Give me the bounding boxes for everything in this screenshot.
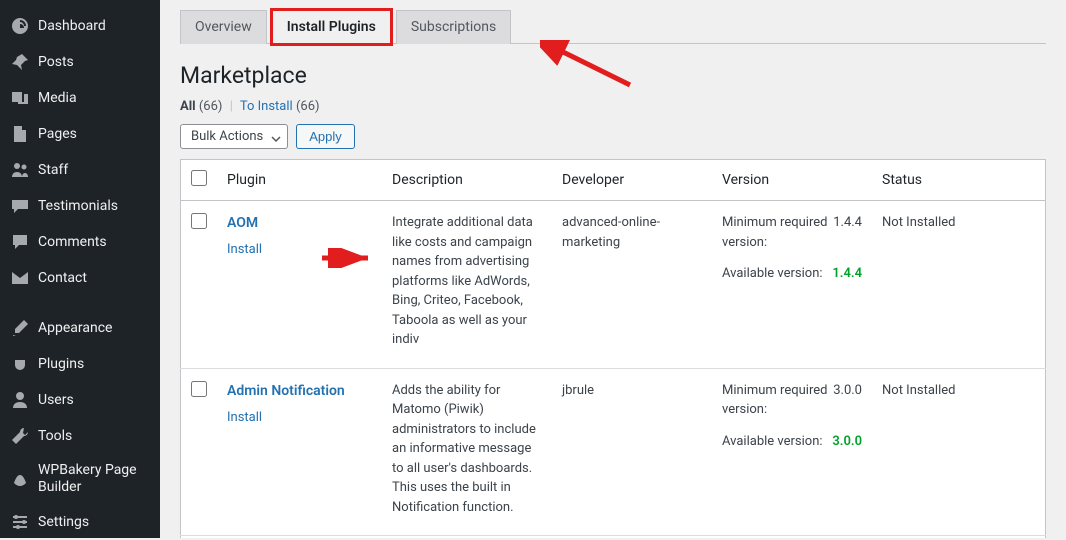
sidebar-item-label: Users [38,392,74,408]
tab-subscriptions[interactable]: Subscriptions [396,10,511,44]
table-row: AOM Install Integrate additional data li… [181,201,1046,369]
filter-row: All (66) | To Install (66) [180,99,1046,114]
dashboard-icon [10,16,30,36]
sidebar-item-media[interactable]: Media [0,80,160,116]
chat-icon [10,196,30,216]
media-icon [10,88,30,108]
sidebar-item-label: Comments [38,234,107,250]
sidebar-item-tools[interactable]: Tools [0,418,160,454]
avail-version-value: 1.4.4 [832,264,862,284]
avail-version-label: Available version: [722,432,823,452]
sidebar-item-label: Appearance [38,320,112,336]
table-header-row: Plugin Description Developer Version Sta… [181,160,1046,201]
page-title: Marketplace [180,62,1046,89]
tab-overview[interactable]: Overview [180,10,267,44]
min-version-value: 1.4.4 [833,213,862,252]
comment-icon [10,232,30,252]
wrench-icon [10,426,30,446]
tab-bar: Overview Install Plugins Subscriptions [180,10,1046,44]
users-icon [10,160,30,180]
bulk-actions-select[interactable]: Bulk Actions [180,124,288,149]
page-icon [10,124,30,144]
filter-to-install[interactable]: To Install [240,99,293,114]
plugin-description: Integrate additional data like costs and… [382,201,552,369]
tab-install-plugins[interactable]: Install Plugins [272,10,391,44]
plugin-status: Not Installed [872,368,1046,536]
admin-sidebar: Dashboard Posts Media Pages Staff Testim… [0,0,160,538]
user-icon [10,390,30,410]
pin-icon [10,52,30,72]
bulk-actions-row: Bulk Actions Apply [180,124,1046,149]
sidebar-item-users[interactable]: Users [0,382,160,418]
sidebar-item-label: Staff [38,162,68,178]
sidebar-item-label: Tools [38,428,72,444]
apply-button[interactable]: Apply [296,124,355,149]
plugin-developer: advanced-online-marketing [552,201,712,369]
sidebar-item-label: Pages [38,126,77,142]
filter-to-install-count: (66) [296,99,320,114]
min-version-label: Minimum required version: [722,381,833,420]
col-plugin[interactable]: Plugin [217,160,382,201]
plugin-name-link[interactable]: AOM [227,215,258,231]
plugin-status: Not Installed [872,201,1046,369]
sidebar-item-label: Posts [38,54,74,70]
col-version[interactable]: Version [712,160,872,201]
wpbakery-icon [10,469,30,489]
sidebar-item-posts[interactable]: Posts [0,44,160,80]
sidebar-item-appearance[interactable]: Appearance [0,310,160,346]
sidebar-item-wpbakery[interactable]: WPBakery Page Builder [0,454,160,504]
table-row: Admin Notification Install Adds the abil… [181,368,1046,536]
filter-all-count: (66) [199,99,223,114]
sidebar-item-dashboard[interactable]: Dashboard [0,8,160,44]
row-checkbox[interactable] [191,213,207,229]
sidebar-item-label: Contact [38,270,87,286]
sidebar-item-label: WPBakery Page Builder [38,462,150,496]
plugins-table: Plugin Description Developer Version Sta… [180,159,1046,538]
envelope-icon [10,268,30,288]
sidebar-item-comments[interactable]: Comments [0,224,160,260]
sidebar-item-label: Settings [38,514,89,530]
sidebar-item-label: Dashboard [38,18,106,34]
install-link[interactable]: Install [227,408,262,428]
filter-all[interactable]: All [180,99,196,114]
sidebar-item-staff[interactable]: Staff [0,152,160,188]
row-checkbox[interactable] [191,381,207,397]
avail-version-label: Available version: [722,264,823,284]
chevron-down-icon [271,133,281,148]
sidebar-item-label: Plugins [38,356,84,372]
main-content: Overview Install Plugins Subscriptions M… [160,0,1066,538]
avail-version-value: 3.0.0 [832,432,862,452]
plugin-name-link[interactable]: Admin Notification [227,383,345,399]
brush-icon [10,318,30,338]
min-version-label: Minimum required version: [722,213,833,252]
sidebar-item-plugins[interactable]: Plugins [0,346,160,382]
sliders-icon [10,512,30,532]
sidebar-item-contact[interactable]: Contact [0,260,160,296]
plug-icon [10,354,30,374]
sidebar-item-settings[interactable]: Settings [0,504,160,540]
sidebar-item-testimonials[interactable]: Testimonials [0,188,160,224]
install-link[interactable]: Install [227,240,262,260]
col-developer[interactable]: Developer [552,160,712,201]
col-status[interactable]: Status [872,160,1046,201]
min-version-value: 3.0.0 [833,381,862,420]
sidebar-item-label: Testimonials [38,198,118,214]
plugin-developer: jbrule [552,368,712,536]
col-description[interactable]: Description [382,160,552,201]
sidebar-item-pages[interactable]: Pages [0,116,160,152]
sidebar-item-label: Media [38,90,77,106]
plugin-description: Adds the ability for Matomo (Piwik) admi… [382,368,552,536]
select-all-checkbox[interactable] [191,170,207,186]
